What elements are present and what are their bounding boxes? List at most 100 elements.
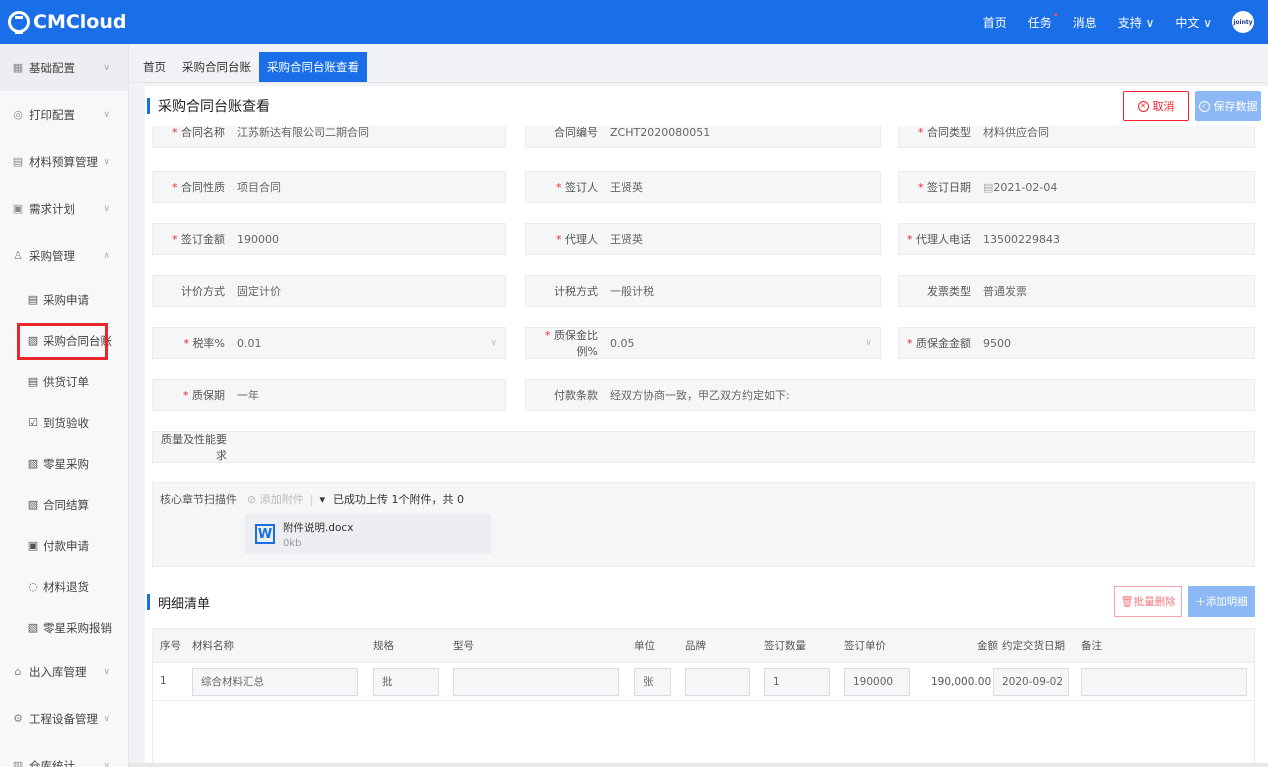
tab-contract-ledger[interactable]: 采购合同台账 [174,52,259,82]
tab-home[interactable]: 首页 [135,52,174,82]
sidebar-subitem-label: 零星采购报销 [43,620,112,635]
contract-no-value: ZCHT2020080051 [610,126,711,139]
contract-name-value: 江苏新达有限公司二期合同 [237,126,369,139]
chevron-down-icon: ∨ [865,338,872,348]
chevron-down-icon: ∨ [103,666,110,677]
tax-method-field[interactable]: 计税方式 一般计税 [525,275,881,307]
horizontal-scrollbar[interactable] [129,763,1268,767]
tax-rate-value: 0.01 [237,336,262,350]
quality-field[interactable]: 质量及性能要求 [152,431,1255,463]
cell-date-input[interactable]: 2020-09-02 [993,668,1069,696]
save-button-label: 保存数据 [1213,100,1258,113]
sign-amount-field[interactable]: * 签订金额 190000 [152,223,506,255]
nav-home[interactable]: 首页 [983,14,1007,31]
sidebar-item-purchase[interactable]: ♙ 采购管理 ∧ [0,232,128,279]
payment-terms-field[interactable]: 付款条款 经双方协商一致，甲乙双方约定如下: [525,379,1255,411]
nav-messages[interactable]: 消息 [1073,14,1097,31]
word-file-icon: W [255,524,275,544]
cell-material-input[interactable]: 综合材料汇总 [192,668,358,696]
chevron-down-icon: ∨ [103,713,110,724]
field-label: 合同类型 [927,126,971,139]
doc-icon: ▧ [27,498,39,511]
add-detail-button[interactable]: ＋ 添加明细 [1188,586,1255,617]
sidebar-item-print-config[interactable]: ◎ 打印配置 ∨ [0,91,128,138]
invoice-type-field[interactable]: 发票类型 普通发票 [898,275,1255,307]
sidebar-subitem-sporadic-purchase[interactable]: ▧ 零星采购 [0,443,128,484]
cell-qty-input[interactable]: 1 [764,668,830,696]
field-label: 合同编号 [554,126,598,139]
sidebar-item-basic-config[interactable]: ▦ 基础配置 ∨ [0,44,128,91]
cell-model-input[interactable] [453,668,619,696]
agent-value: 王贤英 [610,233,643,246]
sidebar-subitem-settlement[interactable]: ▧ 合同结算 [0,484,128,525]
sign-date-field[interactable]: * 签订日期 ▤2021-02-04 [898,171,1255,203]
tab-contract-ledger-view[interactable]: 采购合同台账查看 [259,52,367,82]
warranty-field[interactable]: * 质保期 一年 [152,379,506,411]
attachment-card[interactable]: W 附件说明.docx 0kb [245,514,491,554]
cell-note-input[interactable] [1081,668,1247,696]
sidebar-subitem-return[interactable]: ◌ 材料退货 [0,566,128,607]
retention-amount-field[interactable]: * 质保金金额 9500 [898,327,1255,359]
nav-tasks[interactable]: 任务 • [1027,10,1059,31]
stats-icon: ▥ [12,759,24,767]
budget-icon: ▤ [12,155,24,168]
cell-price-input[interactable]: 190000 [844,668,910,696]
field-label: 签订日期 [927,181,971,194]
check-icon: ☑ [28,416,38,429]
cancel-button[interactable]: ✕ 取消 [1123,91,1189,121]
col-model: 型号 [453,640,474,652]
tax-rate-select[interactable]: * 税率% 0.01 ∨ [152,327,506,359]
detail-header: 明细清单 🗑︎ 批量删除 ＋ 添加明细 [145,586,1268,618]
sidebar-subitem-arrival-check[interactable]: ☑ 到货验收 [0,402,128,443]
avatar[interactable]: jointy [1232,11,1254,33]
sidebar-item-stats[interactable]: ▥ 仓库统计 ∨ [0,742,128,767]
file-name: 附件说明.docx [283,521,354,534]
save-button[interactable]: ✓ 保存数据 [1195,91,1261,121]
logo[interactable]: CMCloud [8,11,148,34]
caret-down-icon[interactable]: ▾ [319,493,325,506]
title-accent-bar [147,594,150,610]
logo-text: CMCloud [33,11,127,33]
col-spec: 规格 [373,640,394,652]
nav-language[interactable]: 中文 ∨ [1175,14,1212,31]
sidebar-item-equipment[interactable]: ⚙ 工程设备管理 ∨ [0,695,128,742]
contract-name-field[interactable]: * 合同名称 江苏新达有限公司二期合同 [152,126,506,148]
cell-unit-input[interactable]: 张 [634,668,671,696]
paperclip-icon: ⊘ [247,493,260,506]
retention-amount-value: 9500 [983,336,1011,350]
plan-icon: ▣ [12,202,24,215]
divider: | [309,492,314,506]
add-attachment-button[interactable]: ⊘ 添加附件 [247,491,304,507]
sidebar-subitem-sporadic-reimburse[interactable]: ▧ 零星采购报销 [0,607,128,648]
nav-tasks-label: 任务 [1027,15,1052,30]
sidebar-item-warehouse[interactable]: ⌂ 出入库管理 ∨ [0,648,128,695]
print-icon: ◎ [13,108,23,121]
agent-field[interactable]: * 代理人 王贤英 [525,223,881,255]
field-label: 合同名称 [181,126,225,139]
sidebar-subitem-supply-order[interactable]: ▤ 供货订单 [0,361,128,402]
cell-amount: 190,000.00 [931,676,992,688]
contract-no-field[interactable]: 合同编号 ZCHT2020080051 [525,126,881,148]
cell-brand-input[interactable] [685,668,750,696]
sidebar-subitem-purchase-request[interactable]: ▤ 采购申请 [0,279,128,320]
sidebar-item-budget[interactable]: ▤ 材料预算管理 ∨ [0,138,128,185]
detail-title: 明细清单 [158,596,211,612]
nav-support[interactable]: 支持 ∨ [1118,14,1155,31]
cell-spec-input[interactable]: 批 [373,668,439,696]
doc-icon: ▤ [27,293,39,306]
pricing-value: 固定计价 [237,285,281,298]
field-label: 签订人 [565,181,598,194]
contract-type-field[interactable]: * 合同类型 材料供应合同 [898,126,1255,148]
pricing-field[interactable]: 计价方式 固定计价 [152,275,506,307]
batch-delete-button[interactable]: 🗑︎ 批量删除 [1114,586,1182,617]
sidebar-subitem-contract-ledger[interactable]: ▧ 采购合同台账 [0,320,128,361]
agent-phone-field[interactable]: * 代理人电话 13500229843 [898,223,1255,255]
contract-nature-field[interactable]: * 合同性质 项目合同 [152,171,506,203]
sidebar-subitem-payment[interactable]: ▣ 付款申请 [0,525,128,566]
tax-method-value: 一般计税 [610,285,654,298]
retention-ratio-select[interactable]: * 质保金比例% 0.05 ∨ [525,327,881,359]
sidebar-item-demand-plan[interactable]: ▣ 需求计划 ∨ [0,185,128,232]
signer-field[interactable]: * 签订人 王贤英 [525,171,881,203]
field-label: 质量及性能要求 [161,433,227,462]
field-label: 计价方式 [181,285,225,298]
